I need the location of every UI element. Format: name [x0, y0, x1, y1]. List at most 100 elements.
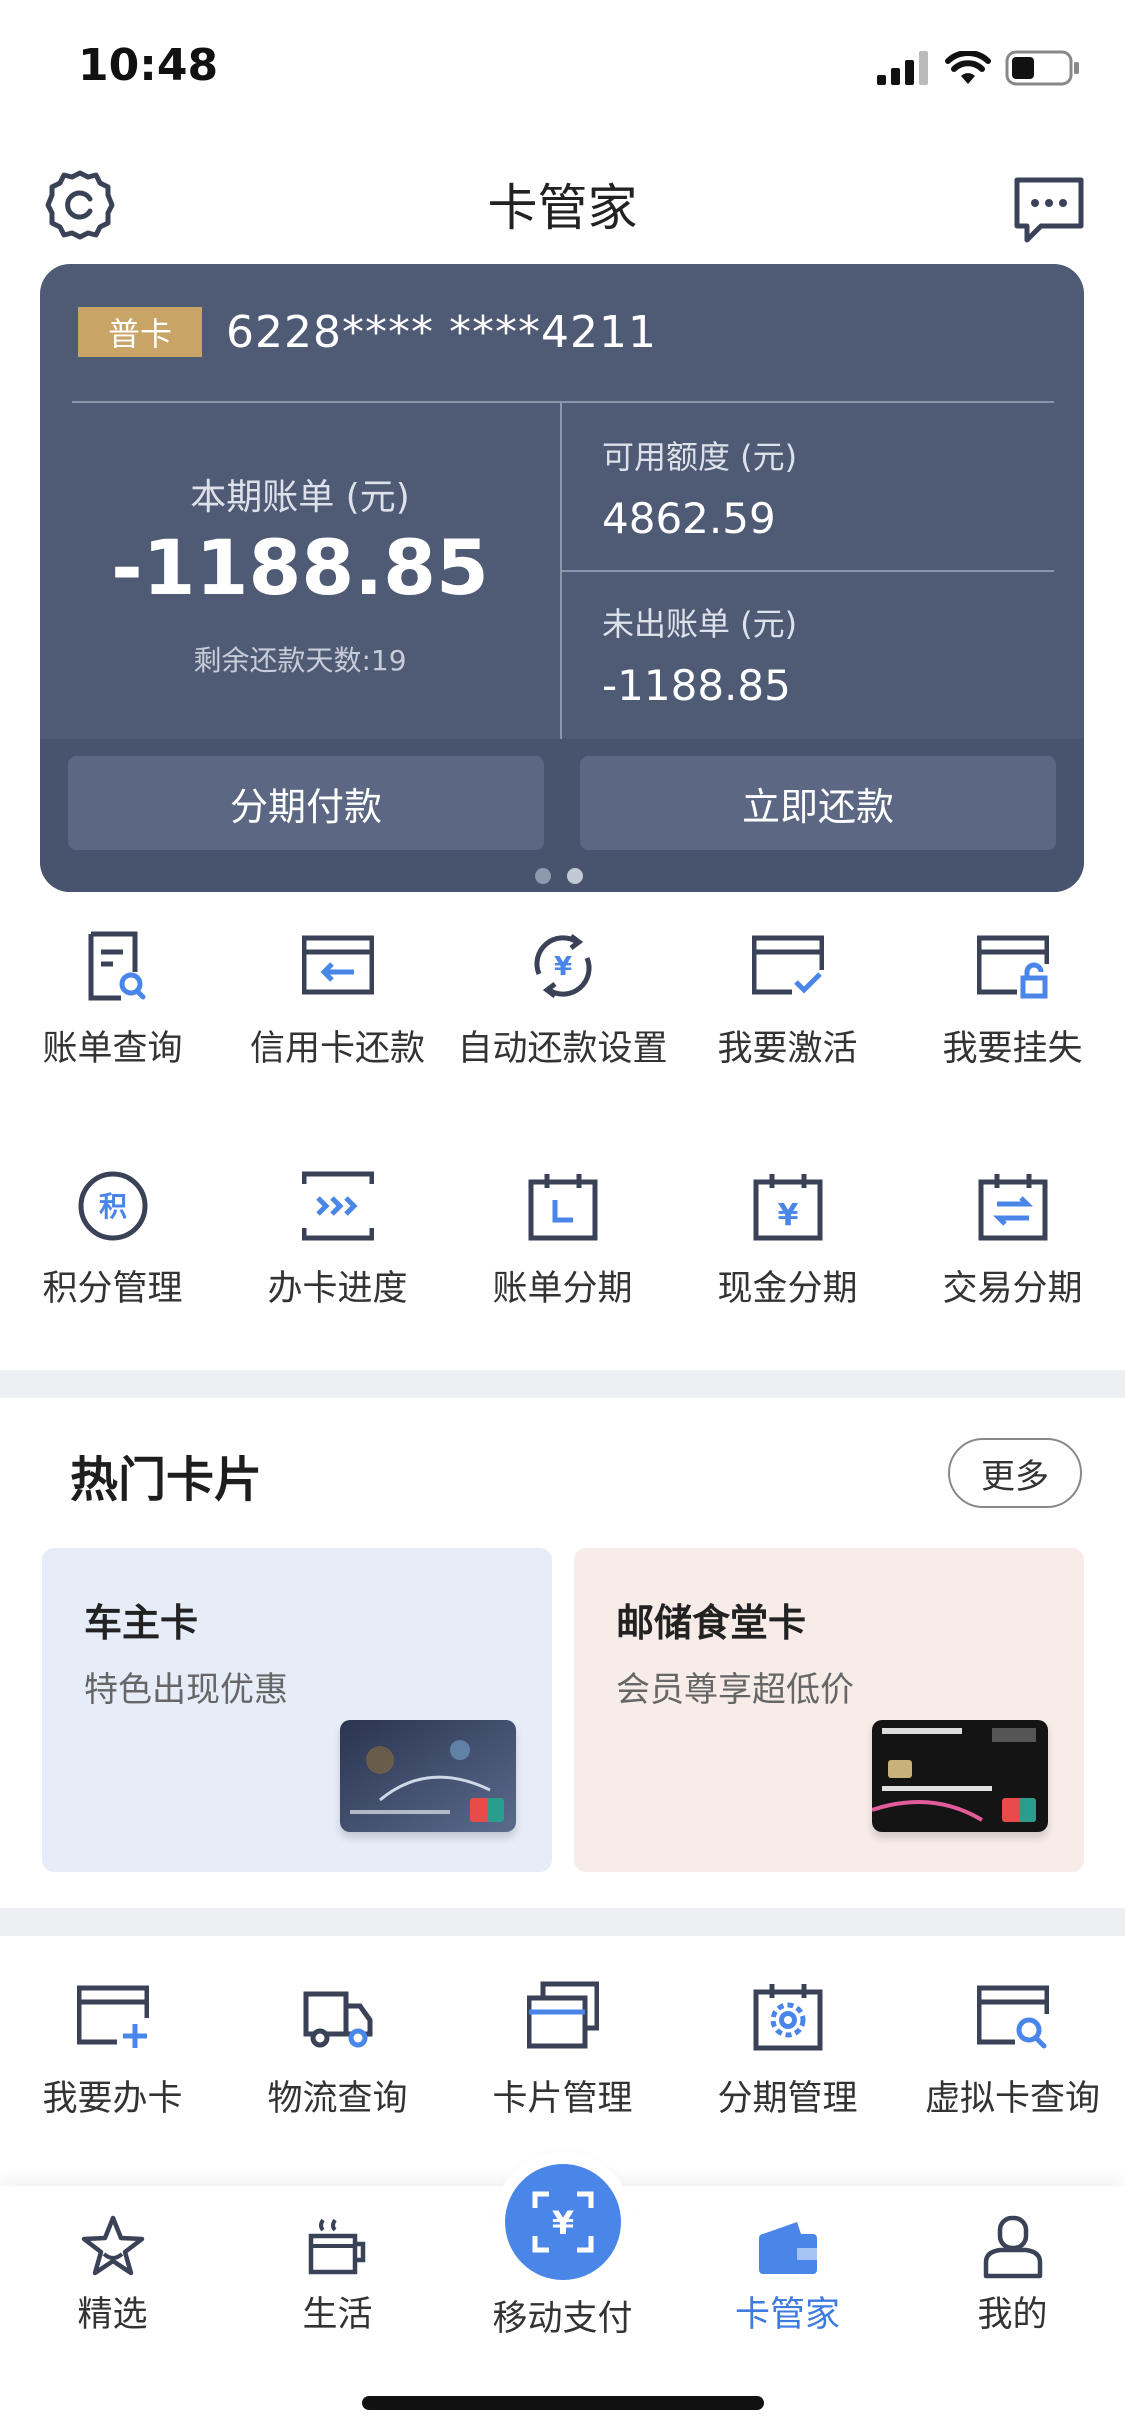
nav-tab-mine[interactable]: 我的 — [900, 2212, 1125, 2337]
logistics-icon — [303, 1991, 372, 2048]
available-credit: 可用额度 (元) 4862.59 — [602, 432, 797, 543]
cup-icon — [308, 2218, 365, 2275]
service-label: 我要挂失 — [942, 1029, 1083, 1069]
promo-card-canteen[interactable]: 邮储食堂卡 会员尊享超低价 — [574, 1548, 1084, 1872]
nav-label: 我的 — [977, 2295, 1048, 2335]
service-cash-installment[interactable]: ¥ 现金分期 — [675, 1170, 900, 1311]
apply-card-icon — [76, 1985, 149, 2048]
section-divider — [0, 1908, 1125, 1936]
unbilled-amount[interactable]: 未出账单 (元) -1188.85 — [602, 599, 797, 710]
user-icon — [983, 2215, 1042, 2279]
signal-icon — [877, 51, 928, 85]
canteen-card-image — [872, 1720, 1048, 1832]
scan-pay-icon: ¥ — [532, 2191, 594, 2253]
star-icon — [81, 2215, 144, 2276]
service-label: 现金分期 — [717, 1269, 858, 1309]
service-activate[interactable]: 我要激活 — [675, 930, 900, 1071]
service-progress[interactable]: 办卡进度 — [225, 1170, 450, 1311]
promo-subtitle: 会员尊享超低价 — [616, 1670, 854, 1710]
service-report-loss[interactable]: 我要挂失 — [900, 930, 1125, 1071]
service-label: 办卡进度 — [267, 1269, 408, 1309]
chat-icon — [1014, 177, 1084, 243]
progress-icon — [301, 1171, 374, 1241]
days-remaining: 剩余还款天数:19 — [193, 644, 407, 677]
hot-cards-title: 热门卡片 — [70, 1452, 263, 1508]
unbilled-label: 未出账单 (元) — [602, 605, 798, 643]
service-label: 我要激活 — [717, 1029, 858, 1069]
services-grid-row-2: 积 积分管理 办卡进度 账单分期 ¥ 现金分期 交易分期 — [0, 1170, 1125, 1311]
card-number: 6228**** ****4211 — [226, 306, 657, 358]
status-icons — [877, 48, 1081, 88]
car-card-image — [340, 1720, 516, 1832]
pager-dot[interactable] — [535, 868, 551, 884]
wifi-icon — [945, 51, 991, 84]
points-icon: 积 — [78, 1171, 147, 1241]
available-credit-label: 可用额度 (元) — [602, 438, 798, 476]
available-credit-value: 4862.59 — [602, 494, 776, 543]
wallet-icon — [758, 2222, 817, 2274]
promo-title: 邮储食堂卡 — [616, 1601, 807, 1645]
svg-text:积: 积 — [98, 1190, 126, 1223]
current-bill[interactable]: 本期账单 (元) -1188.85 剩余还款天数:19 — [40, 403, 560, 739]
service-label: 账单查询 — [42, 1029, 183, 1069]
service-auto-repay[interactable]: ¥ 自动还款设置 — [450, 930, 675, 1071]
service-card-manage[interactable]: 卡片管理 — [450, 1980, 675, 2121]
nav-tab-card-manager[interactable]: 卡管家 — [675, 2212, 900, 2337]
credit-card-panel[interactable]: 普卡 6228**** ****4211 本期账单 (元) -1188.85 剩… — [40, 264, 1084, 892]
promo-subtitle: 特色出现优惠 — [84, 1670, 288, 1710]
service-bill-installment[interactable]: 账单分期 — [450, 1170, 675, 1311]
service-label: 交易分期 — [942, 1269, 1083, 1309]
bill-installment-icon — [528, 1174, 597, 1241]
message-button[interactable] — [1011, 172, 1087, 248]
svg-text:¥: ¥ — [553, 952, 571, 982]
unbilled-value: -1188.85 — [602, 661, 791, 710]
services-grid-row-1: 账单查询 信用卡还款 ¥ 自动还款设置 我要激活 我要挂失 — [0, 930, 1125, 1071]
service-label: 我要办卡 — [42, 2079, 183, 2119]
section-divider — [0, 1370, 1125, 1398]
nav-label: 卡管家 — [734, 2295, 840, 2335]
service-transaction-installment[interactable]: 交易分期 — [900, 1170, 1125, 1311]
pager-dot-active[interactable] — [567, 868, 583, 884]
more-button[interactable]: 更多 — [948, 1438, 1082, 1508]
home-indicator — [362, 2396, 764, 2410]
service-apply-card[interactable]: 我要办卡 — [0, 1980, 225, 2121]
page-title: 卡管家 — [487, 179, 638, 237]
repay-now-button[interactable]: 立即还款 — [580, 756, 1056, 850]
auto-repay-icon: ¥ — [534, 934, 591, 998]
activate-card-icon — [751, 935, 824, 995]
service-label: 卡片管理 — [492, 2079, 633, 2119]
transaction-installment-icon — [978, 1174, 1047, 1241]
battery-icon — [1005, 50, 1079, 86]
card-repay-icon — [301, 935, 374, 995]
mobile-pay-button[interactable]: ¥ — [505, 2164, 621, 2280]
service-card-repay[interactable]: 信用卡还款 — [225, 930, 450, 1071]
installment-manage-icon — [753, 1984, 822, 2051]
carousel-pager — [535, 868, 583, 884]
virtual-card-search-icon — [976, 1985, 1049, 2049]
service-label: 物流查询 — [267, 2079, 408, 2119]
card-type-badge: 普卡 — [78, 307, 202, 357]
service-bill-search[interactable]: 账单查询 — [0, 930, 225, 1071]
service-label: 信用卡还款 — [249, 1029, 425, 1069]
cash-installment-icon: ¥ — [753, 1174, 822, 1241]
divider — [562, 570, 1054, 572]
service-label: 自动还款设置 — [457, 1029, 668, 1069]
svg-text:¥: ¥ — [777, 1198, 798, 1233]
header: 卡管家 — [0, 150, 1125, 260]
card-manage-icon — [526, 1981, 599, 2049]
current-bill-value: -1188.85 — [111, 523, 489, 612]
service-virtual-card-search[interactable]: 虚拟卡查询 — [900, 1980, 1125, 2121]
current-bill-label: 本期账单 (元) — [190, 477, 410, 518]
card-header: 普卡 6228**** ****4211 — [78, 306, 657, 358]
bill-search-icon — [88, 931, 145, 1001]
service-label: 虚拟卡查询 — [924, 2079, 1100, 2119]
services-grid-row-3: 我要办卡 物流查询 卡片管理 分期管理 虚拟卡查询 — [0, 1980, 1125, 2121]
service-installment-manage[interactable]: 分期管理 — [675, 1980, 900, 2121]
status-time: 10:48 — [78, 40, 219, 91]
installment-payment-button[interactable]: 分期付款 — [68, 756, 544, 850]
service-points[interactable]: 积 积分管理 — [0, 1170, 225, 1311]
service-label: 分期管理 — [717, 2079, 858, 2119]
report-loss-icon — [976, 935, 1049, 999]
service-logistics[interactable]: 物流查询 — [225, 1980, 450, 2121]
promo-card-car-owner[interactable]: 车主卡 特色出现优惠 — [42, 1548, 552, 1872]
